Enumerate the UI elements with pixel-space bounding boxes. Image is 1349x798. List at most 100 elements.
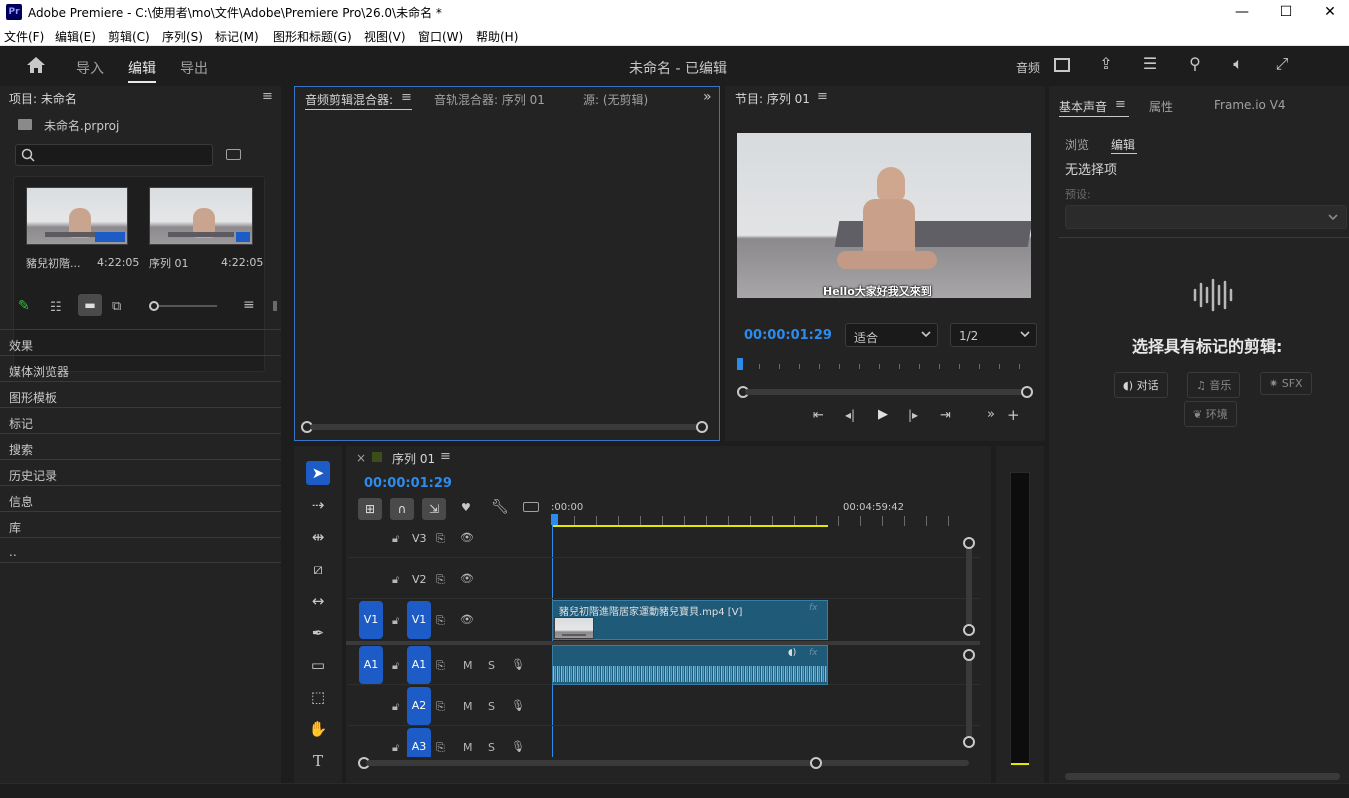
more-tabs-icon[interactable]: » xyxy=(703,89,712,105)
panel-graphics-templates[interactable]: 图形模板 xyxy=(0,381,281,407)
track-target-a1[interactable]: A1 xyxy=(407,646,431,684)
horizontal-scrollbar[interactable] xyxy=(310,424,699,430)
tab-audio-clip-mixer[interactable]: 音频剪辑混合器: xyxy=(305,91,393,108)
zoom-end-knob[interactable] xyxy=(1021,386,1033,398)
captions-icon[interactable] xyxy=(523,502,539,512)
video-clip[interactable]: 豬兒初階進階居家運動豬兒寶貝.mp4 [V] fx xyxy=(552,600,828,640)
audio-clip[interactable]: ◖) fx xyxy=(552,645,828,685)
mute-button[interactable]: M xyxy=(463,700,473,713)
mark-in-icon[interactable]: ⇤ xyxy=(813,408,824,423)
solo-button[interactable]: S xyxy=(488,700,495,713)
sort-icon[interactable]: ≡ xyxy=(243,297,255,313)
tab-import[interactable]: 导入 xyxy=(76,58,104,78)
more-icon[interactable] xyxy=(273,301,277,311)
tab-edit[interactable]: 编辑 xyxy=(128,58,156,78)
panel-search[interactable]: 搜索 xyxy=(0,433,281,459)
progress-icon[interactable]: ⚲ xyxy=(1185,54,1205,73)
sfx-button[interactable]: ✷ SFX xyxy=(1260,372,1312,395)
more-controls-icon[interactable]: » xyxy=(987,407,995,422)
mic-icon[interactable]: 🎙︎ xyxy=(511,699,525,712)
zoom-slider-knob[interactable] xyxy=(149,301,159,311)
eye-icon[interactable]: 👁︎ xyxy=(460,572,474,585)
list-view-icon[interactable]: ☷ xyxy=(50,300,62,315)
audio-vertical-scrollbar[interactable] xyxy=(966,655,972,743)
tab-properties[interactable]: 属性 xyxy=(1149,98,1173,115)
pencil-icon[interactable]: ✎ xyxy=(18,298,30,314)
workspace-audio-label[interactable]: 音频 xyxy=(1016,59,1040,76)
freeform-view-icon[interactable]: ⧉ xyxy=(112,299,121,314)
menu-file[interactable]: 文件(F) xyxy=(4,28,44,45)
snap-magnet-icon[interactable]: ∩ xyxy=(390,498,414,520)
audio-scroll-top-knob[interactable] xyxy=(963,649,975,661)
program-video-frame[interactable]: Hello大家好我又來到 xyxy=(737,133,1031,298)
panel-history[interactable]: 历史记录 xyxy=(0,459,281,485)
panel-media-browser[interactable]: 媒体浏览器 xyxy=(0,355,281,381)
tab-essential-sound[interactable]: 基本声音 xyxy=(1059,98,1107,115)
panel-info[interactable]: 信息 xyxy=(0,485,281,511)
menu-clip[interactable]: 剪辑(C) xyxy=(108,28,150,45)
sync-lock-icon[interactable]: ⎘ xyxy=(436,700,445,714)
lock-icon[interactable]: 🔓︎ xyxy=(392,532,399,546)
program-playhead[interactable] xyxy=(737,358,743,370)
lock-icon[interactable]: 🔓︎ xyxy=(392,614,399,628)
menu-sequence[interactable]: 序列(S) xyxy=(162,28,203,45)
source-patch-a1[interactable]: A1 xyxy=(359,646,383,684)
sync-lock-icon[interactable]: ⎘ xyxy=(436,532,445,546)
eye-icon[interactable]: 👁︎ xyxy=(460,613,474,626)
home-icon[interactable] xyxy=(26,56,46,74)
find-bin-icon[interactable] xyxy=(226,149,241,160)
maximize-button[interactable]: ☐ xyxy=(1263,0,1309,24)
hand-tool-icon[interactable]: ⬚ xyxy=(306,685,330,709)
hand-tool-icon[interactable]: ✋ xyxy=(306,717,330,741)
tab-audio-track-mixer[interactable]: 音轨混合器: 序列 01 xyxy=(434,91,545,108)
solo-button[interactable]: S xyxy=(488,741,495,754)
track-label[interactable]: V3 xyxy=(412,532,427,545)
track-label[interactable]: V2 xyxy=(412,573,427,586)
music-button[interactable]: ♫ 音乐 xyxy=(1187,372,1241,398)
rectangle-tool-icon[interactable]: ▭ xyxy=(306,653,330,677)
menu-help[interactable]: 帮助(H) xyxy=(476,28,518,45)
icon-view-icon[interactable]: ▬ xyxy=(78,294,102,316)
play-icon[interactable]: ▶ xyxy=(878,407,888,422)
panel-markers[interactable]: 标记 xyxy=(0,407,281,433)
panel-more[interactable]: .. xyxy=(0,537,281,563)
tab-source[interactable]: 源: (无剪辑) xyxy=(583,91,648,108)
program-ruler[interactable] xyxy=(739,358,1031,372)
video-vertical-scrollbar[interactable] xyxy=(966,543,972,631)
subtab-browse[interactable]: 浏览 xyxy=(1065,136,1089,153)
project-search-input[interactable] xyxy=(15,144,213,166)
fit-dropdown[interactable]: 适合 xyxy=(845,323,938,347)
track-target-a2[interactable]: A2 xyxy=(407,687,431,725)
track-target-a3[interactable]: A3 xyxy=(407,728,431,757)
selection-tool-icon[interactable]: ➤ xyxy=(306,461,330,485)
sequence-thumbnail[interactable] xyxy=(149,187,253,245)
program-zoom-bar[interactable] xyxy=(745,389,1027,395)
close-button[interactable]: ✕ xyxy=(1307,0,1349,24)
menu-view[interactable]: 视图(V) xyxy=(364,28,406,45)
ambience-button[interactable]: ❦ 环境 xyxy=(1184,401,1237,427)
menu-markers[interactable]: 标记(M) xyxy=(215,28,259,45)
panel-menu-icon[interactable]: ≡ xyxy=(1115,97,1126,112)
dialogue-button[interactable]: ◖) 对话 xyxy=(1114,372,1168,398)
lock-icon[interactable]: 🔓︎ xyxy=(392,700,399,714)
sequence-tab[interactable]: 序列 01 xyxy=(392,450,435,467)
sync-lock-icon[interactable]: ⎘ xyxy=(436,741,445,755)
tab-frameio[interactable]: Frame.io V4 xyxy=(1214,98,1286,112)
menu-edit[interactable]: 编辑(E) xyxy=(55,28,96,45)
project-panel-title[interactable]: 项目: 未命名 xyxy=(9,90,77,107)
razor-tool-icon[interactable]: ⧄ xyxy=(306,557,330,581)
audio-scroll-bottom-knob[interactable] xyxy=(963,736,975,748)
panel-layout-icon[interactable] xyxy=(1054,58,1070,72)
lock-icon[interactable]: 🔓︎ xyxy=(392,573,399,587)
scroll-end-knob[interactable] xyxy=(696,421,708,433)
mic-icon[interactable]: 🎙︎ xyxy=(511,740,525,753)
nest-icon[interactable]: ⊞ xyxy=(358,498,382,520)
eye-icon[interactable]: 👁︎ xyxy=(460,531,474,544)
fullscreen-icon[interactable]: ⤢ xyxy=(1272,54,1292,74)
mark-out-icon[interactable]: ⇥ xyxy=(940,408,951,423)
timeline-horizontal-scrollbar[interactable] xyxy=(366,760,969,766)
panel-horizontal-scrollbar[interactable] xyxy=(1065,773,1340,780)
volume-icon[interactable]: 🔈︎ xyxy=(1228,54,1248,74)
zoom-slider-track[interactable] xyxy=(159,305,217,307)
timeline-timecode[interactable]: 00:00:01:29 xyxy=(364,476,452,491)
